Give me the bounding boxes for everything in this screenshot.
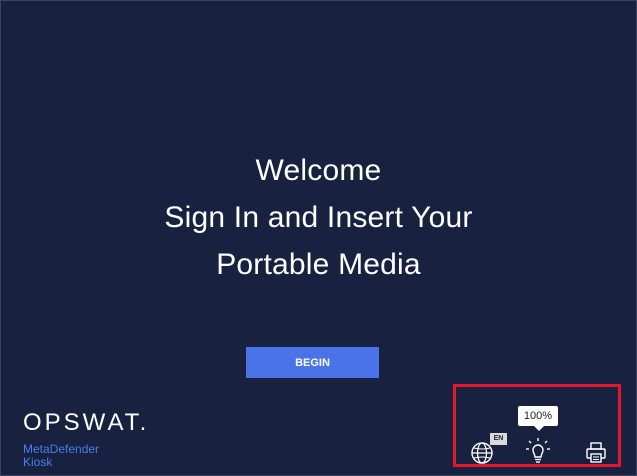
welcome-instruction-line1: Sign In and Insert Your (164, 201, 473, 234)
brightness-button[interactable] (523, 437, 553, 467)
printer-icon (586, 442, 606, 463)
welcome-instruction-line2: Portable Media (216, 248, 421, 281)
print-button[interactable] (584, 441, 608, 465)
welcome-title: Welcome (255, 154, 382, 187)
lightbulb-icon (526, 438, 550, 463)
kiosk-screen: Welcome Sign In and Insert Your Portable… (0, 0, 637, 476)
opswat-logo: OPSWAT. (23, 409, 150, 436)
welcome-message: Welcome Sign In and Insert Your Portable… (1, 147, 636, 288)
language-badge: EN (490, 433, 507, 445)
brightness-tooltip: 100% (518, 406, 558, 431)
product-name-line2: Kiosk (23, 455, 53, 469)
brand: OPSWAT. MetaDefender Kiosk (23, 409, 149, 469)
begin-button[interactable]: BEGIN (246, 347, 379, 378)
product-name: MetaDefender Kiosk (23, 443, 149, 469)
